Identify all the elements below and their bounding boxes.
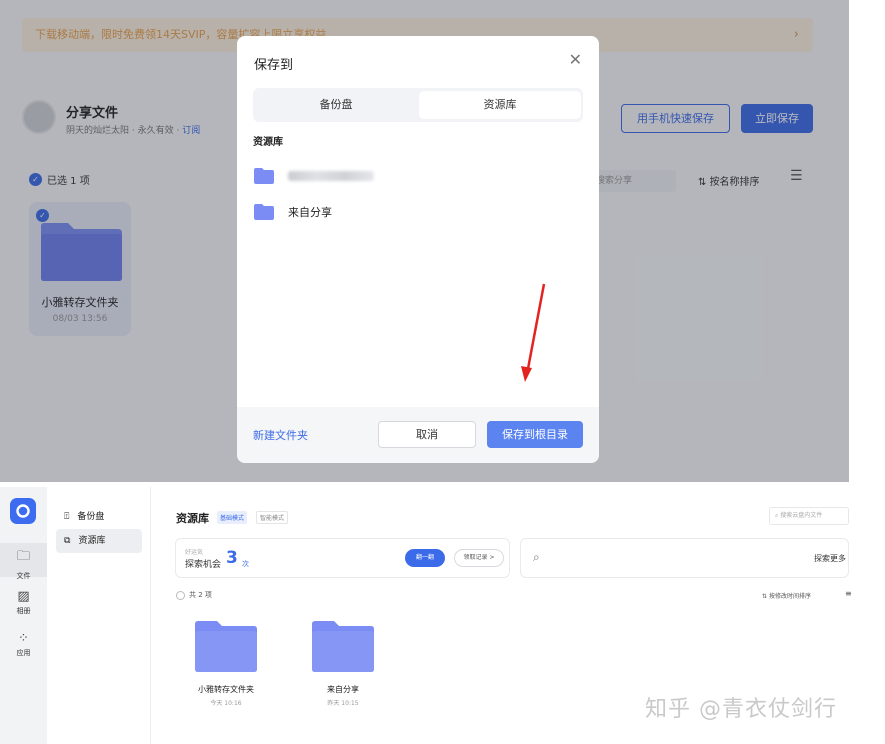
new-folder-link[interactable]: 新建文件夹 xyxy=(253,427,308,443)
file-date: 昨天 10:15 xyxy=(327,700,359,707)
app-logo xyxy=(10,498,36,524)
rail-photos-label: 相册 xyxy=(16,607,31,615)
nav-library[interactable]: ⧉ 资源库 xyxy=(56,529,142,553)
folder-row-blurred[interactable] xyxy=(254,168,374,184)
top-screenshot: 下载移动端，限时免费领14天SVIP，容量扩容上限立享权益 › 分享文件 阴天的… xyxy=(0,0,849,482)
sort-icon: ⇅ xyxy=(762,593,769,600)
explore-panel: 好运気 探索机会 3 次 翻一翻 领取记录 > xyxy=(175,538,510,578)
file-date: 今天 10:16 xyxy=(210,700,242,707)
folder-icon xyxy=(254,204,274,220)
claim-record-button[interactable]: 领取记录 > xyxy=(454,549,504,567)
rail-apps[interactable]: ⁘ 应用 xyxy=(0,631,47,658)
dialog-footer: 新建文件夹 取消 保存到根目录 xyxy=(237,407,599,463)
explore-hint: 好运気 xyxy=(185,549,204,556)
file-name: 小雅转存文件夹 xyxy=(198,685,254,694)
close-icon[interactable]: ✕ xyxy=(569,50,582,69)
backup-icon: ⍐ xyxy=(64,512,70,522)
red-arrow-annotation xyxy=(521,283,546,382)
watermark: 知乎 @青衣仗剑行 xyxy=(645,697,837,722)
rail-files-label: 文件 xyxy=(16,572,31,580)
page-title: 资源库 xyxy=(176,512,209,525)
file-name: 来自分享 xyxy=(327,685,359,694)
select-all-checkbox[interactable] xyxy=(176,590,185,600)
cloud-search-placeholder: 搜索云盘内文件 xyxy=(780,512,823,519)
folder-icon xyxy=(254,168,274,184)
section-title: 资源库 xyxy=(253,137,283,148)
nav-backup[interactable]: ⍐ 备份盘 xyxy=(56,505,142,529)
rail-apps-label: 应用 xyxy=(16,649,31,657)
explore-unit: 次 xyxy=(242,560,249,568)
dialog-tabs: 备份盘 资源库 xyxy=(253,88,583,122)
nav-library-label: 资源库 xyxy=(78,536,106,546)
file-item[interactable]: 来自分享 昨天 10:15 xyxy=(301,620,385,707)
image-icon: ▨ xyxy=(17,589,30,604)
explore-search-panel[interactable]: ⌕ 探索更多 xyxy=(520,538,849,578)
explore-count: 3 xyxy=(226,548,238,568)
folder-row-label: 来自分享 xyxy=(288,206,332,219)
list-view-icon[interactable]: ≡ xyxy=(845,589,852,598)
dialog-title: 保存到 xyxy=(254,58,294,73)
save-to-root-button[interactable]: 保存到根目录 xyxy=(487,421,583,448)
sort-time-label: 按修改时间排序 xyxy=(768,593,811,600)
bottom-screenshot: 🗀 文件 ▨ 相册 ⁘ 应用 ⍐ 备份盘 ⧉ 资源库 资源库 基础模式 智能模式… xyxy=(0,487,885,744)
folder-row-from-share[interactable]: 来自分享 xyxy=(254,204,332,220)
folder-icon xyxy=(195,621,257,672)
explore-label: 探索机会 xyxy=(185,560,222,570)
file-item[interactable]: 小雅转存文件夹 今天 10:16 xyxy=(184,620,268,707)
rail-files[interactable]: 🗀 文件 xyxy=(0,543,47,580)
app-rail: 🗀 文件 ▨ 相册 ⁘ 应用 xyxy=(0,487,47,744)
side-nav: ⍐ 备份盘 ⧉ 资源库 xyxy=(47,487,151,744)
item-count: 共 2 项 xyxy=(176,590,212,600)
rail-photos[interactable]: ▨ 相册 xyxy=(0,589,47,616)
item-count-text: 共 2 项 xyxy=(189,591,212,599)
folder-icon: 🗀 xyxy=(16,549,30,564)
save-to-dialog: 保存到 ✕ 备份盘 资源库 资源库 来自分享 新建文件夹 取消 保存到根目录 xyxy=(237,36,599,463)
cancel-button[interactable]: 取消 xyxy=(378,421,476,448)
search-icon: ⌕ xyxy=(533,550,540,564)
tab-library[interactable]: 资源库 xyxy=(419,91,581,119)
blurred-folder-name xyxy=(288,171,374,181)
flip-button[interactable]: 翻一翻 xyxy=(405,549,445,567)
tab-backup[interactable]: 备份盘 xyxy=(255,91,417,119)
explore-more-link[interactable]: 探索更多 xyxy=(814,553,846,564)
nav-backup-label: 备份盘 xyxy=(77,512,105,522)
folder-icon xyxy=(312,621,374,672)
cloud-search-input[interactable]: ⌕ 搜索云盘内文件 xyxy=(769,507,849,525)
sort-by-time[interactable]: ⇅ 按修改时间排序 xyxy=(762,591,811,600)
mode-smart-tag[interactable]: 智能模式 xyxy=(256,511,289,524)
mode-basic-tag[interactable]: 基础模式 xyxy=(217,511,248,524)
apps-icon: ⁘ xyxy=(18,631,29,646)
library-icon: ⧉ xyxy=(64,536,71,546)
